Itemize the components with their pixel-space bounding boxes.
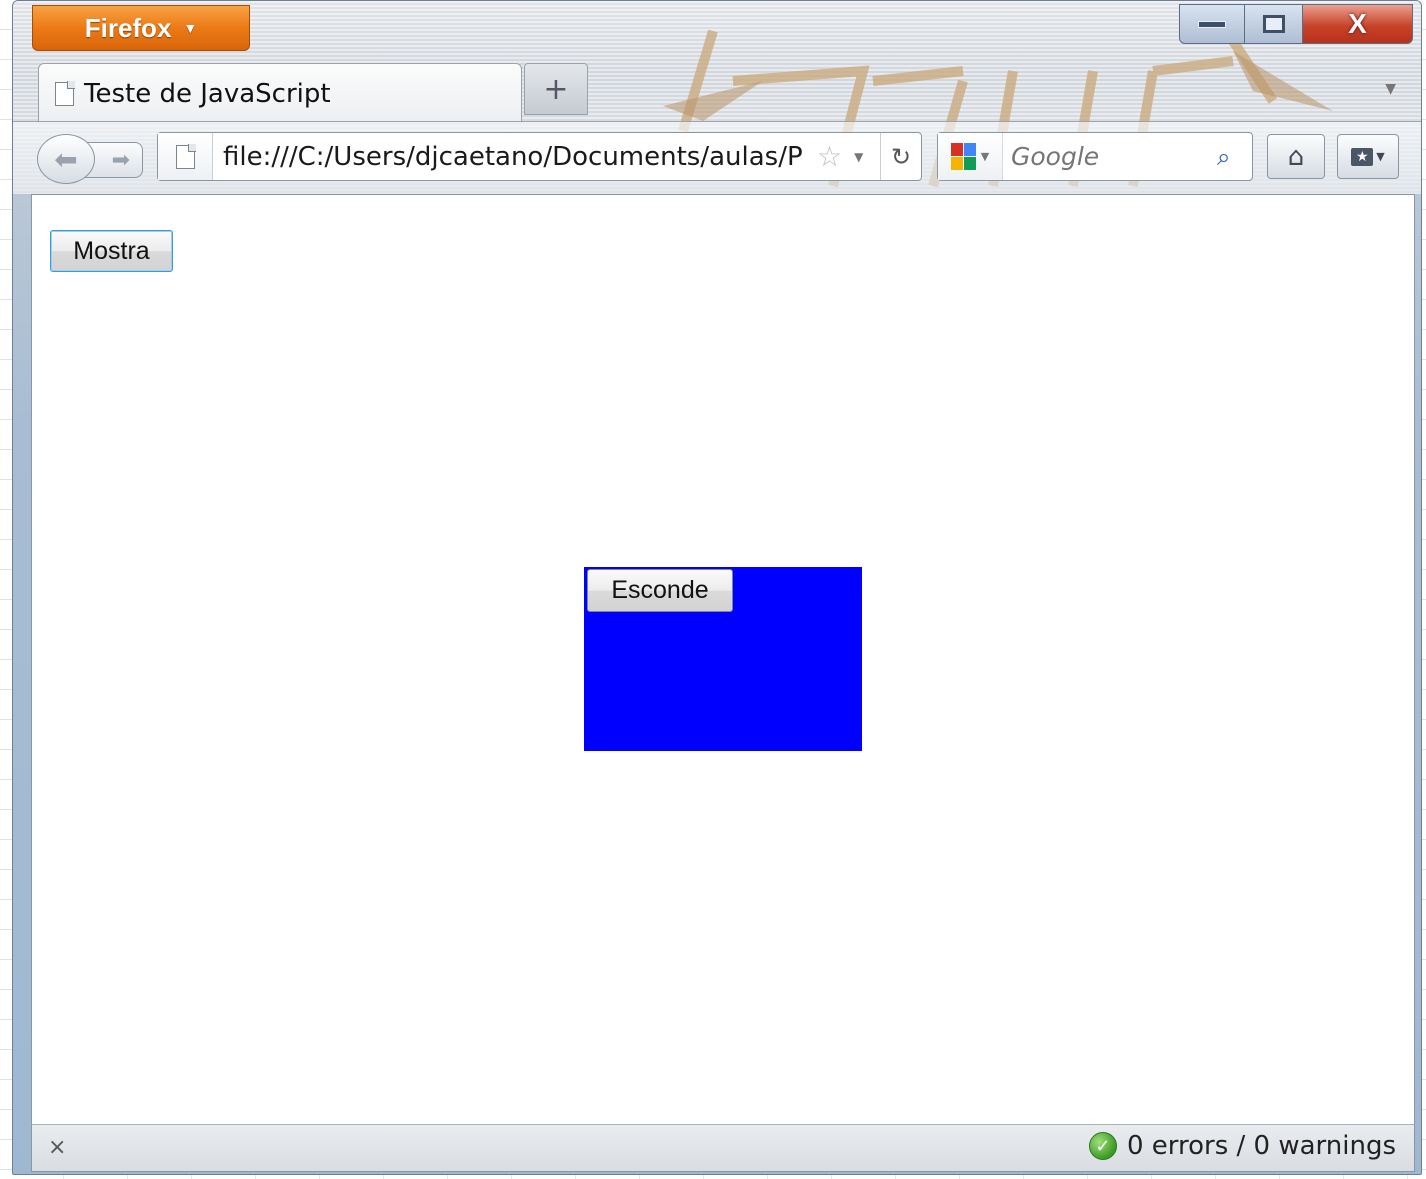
address-bar[interactable]: file:///C:/Users/djcaetano/Documents/aul… (157, 132, 922, 181)
forward-arrow-icon: ➡ (111, 147, 130, 173)
mostra-button[interactable]: Mostra (50, 230, 173, 272)
minimize-icon (1198, 20, 1226, 28)
new-tab-button[interactable]: + (524, 63, 588, 115)
search-engine-selector[interactable]: ▼ (938, 133, 1003, 180)
blue-box: Esconde (584, 567, 862, 751)
reload-icon: ↻ (890, 142, 912, 171)
window-controls: X (1179, 4, 1413, 44)
home-button[interactable]: ⌂ (1267, 134, 1325, 179)
browser-chrome: Firefox ▼ X Teste de JavaScript + ▼ ➡ ⬅ … (13, 1, 1421, 194)
close-status-icon[interactable]: × (48, 1135, 66, 1160)
chevron-down-icon: ▼ (980, 150, 990, 163)
reload-button[interactable]: ↻ (880, 133, 921, 180)
minimize-button[interactable] (1179, 4, 1245, 44)
page-icon (175, 143, 196, 169)
home-icon: ⌂ (1287, 141, 1305, 172)
tab-title: Teste de JavaScript (84, 78, 331, 109)
status-bar: × ✓ 0 errors / 0 warnings (31, 1124, 1415, 1172)
page-content: Mostra Esconde (31, 194, 1415, 1124)
search-input[interactable] (1003, 141, 1213, 172)
back-arrow-icon: ⬅ (54, 142, 78, 176)
browser-window: Firefox ▼ X Teste de JavaScript + ▼ ➡ ⬅ … (12, 0, 1422, 1175)
site-identity-button[interactable] (158, 133, 213, 180)
status-message: 0 errors / 0 warnings (1126, 1131, 1396, 1161)
bookmark-star-icon[interactable]: ☆ (817, 140, 842, 173)
back-forward-group: ➡ ⬅ (37, 134, 147, 184)
close-window-button[interactable]: X (1303, 4, 1413, 44)
bookmarks-icon: ★ (1351, 147, 1374, 166)
close-icon: X (1348, 8, 1367, 39)
google-logo-icon (950, 142, 977, 171)
maximize-icon (1262, 15, 1285, 33)
firefox-menu-label: Firefox (84, 12, 172, 43)
history-dropdown-icon[interactable]: ▼ (854, 150, 863, 164)
url-input[interactable]: file:///C:/Users/djcaetano/Documents/aul… (213, 142, 811, 172)
tab-list-dropdown-icon[interactable]: ▼ (1385, 81, 1396, 97)
page-icon (55, 80, 75, 106)
maximize-button[interactable] (1245, 4, 1303, 44)
chevron-down-icon: ▼ (1376, 150, 1385, 163)
plus-icon: + (543, 71, 569, 107)
back-button[interactable]: ⬅ (37, 134, 95, 184)
tab-teste-de-javascript[interactable]: Teste de JavaScript (38, 63, 522, 123)
bookmarks-menu-button[interactable]: ★ ▼ (1337, 134, 1399, 179)
error-console-status[interactable]: ✓ 0 errors / 0 warnings (1088, 1131, 1396, 1161)
esconde-button[interactable]: Esconde (587, 569, 733, 612)
firefox-menu-button[interactable]: Firefox ▼ (32, 5, 250, 51)
search-bar[interactable]: ▼ ⌕ (937, 132, 1253, 181)
navigation-toolbar: ➡ ⬅ file:///C:/Users/djcaetano/Documents… (13, 121, 1421, 194)
check-ok-icon: ✓ (1088, 1132, 1117, 1160)
search-icon[interactable]: ⌕ (1217, 143, 1230, 171)
chevron-down-icon: ▼ (183, 20, 198, 36)
